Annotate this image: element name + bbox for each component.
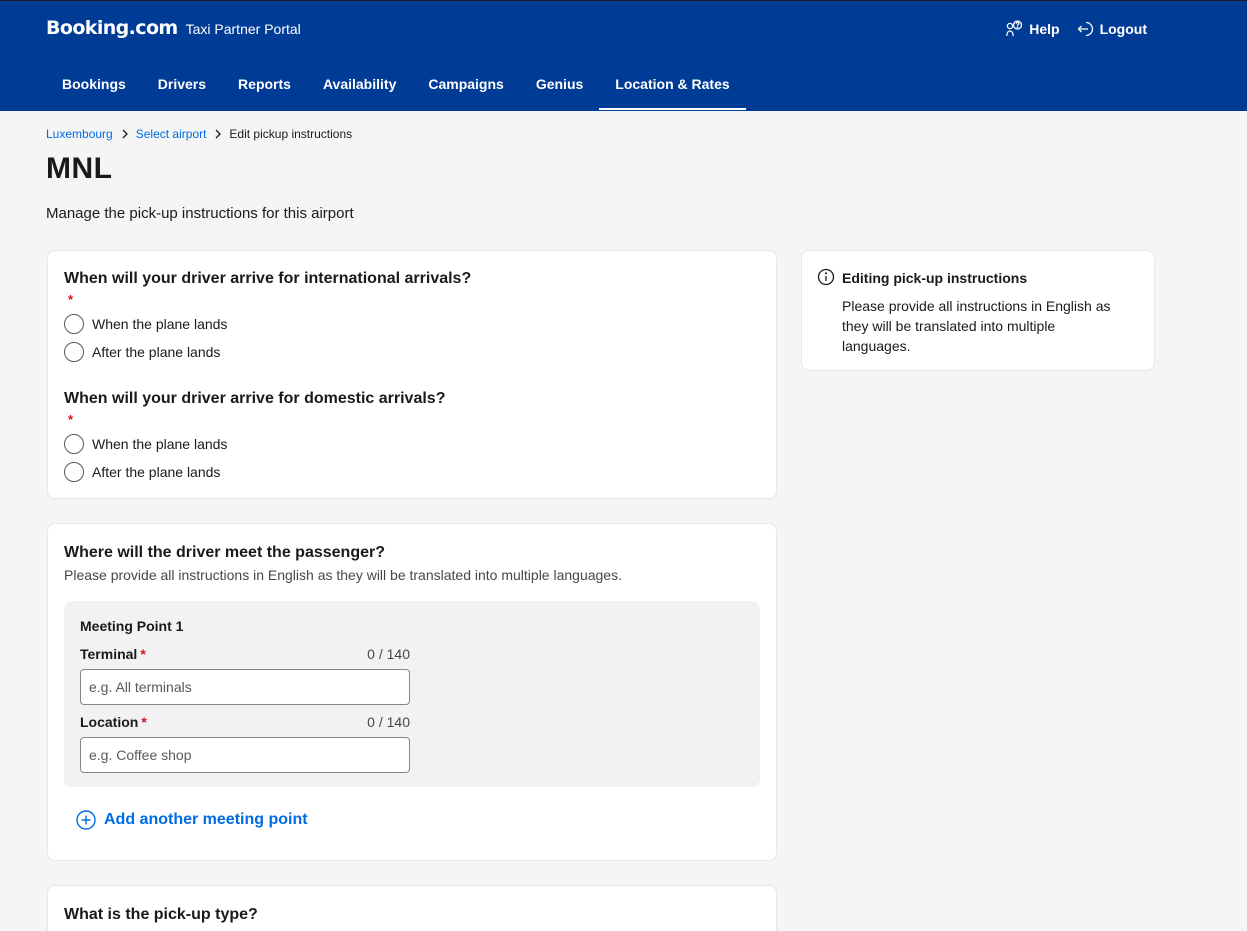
arrival-time-card: When will your driver arrive for interna… <box>47 250 777 499</box>
required-mark: * <box>68 292 74 307</box>
nav-bookings[interactable]: Bookings <box>46 61 142 112</box>
nav-genius[interactable]: Genius <box>520 61 599 112</box>
location-label-text: Location <box>80 714 139 730</box>
meeting-point-box: Meeting Point 1 Terminal* 0 / 140 Locati… <box>64 601 760 787</box>
dom-option-after-lands[interactable]: After the plane lands <box>64 462 220 482</box>
radio-label: After the plane lands <box>92 344 221 360</box>
top-header: Booking.com Taxi Partner Portal Help Log… <box>0 0 1247 111</box>
logout-icon <box>1077 21 1093 37</box>
required-mark: * <box>68 412 74 427</box>
breadcrumb-select-airport[interactable]: Select airport <box>136 127 207 141</box>
header-actions: Help Logout <box>1005 20 1147 38</box>
nav-drivers[interactable]: Drivers <box>142 61 222 112</box>
help-icon <box>1006 20 1023 37</box>
info-icon <box>817 268 835 286</box>
breadcrumb-current: Edit pickup instructions <box>229 127 353 141</box>
location-label: Location * <box>80 714 147 730</box>
main-nav: Bookings Drivers Reports Availability Ca… <box>46 61 747 112</box>
meeting-point-card: Where will the driver meet the passenger… <box>47 523 777 861</box>
radio-button[interactable] <box>64 314 84 334</box>
add-meeting-point-label: Add another meeting point <box>104 811 308 828</box>
intl-option-when-lands[interactable]: When the plane lands <box>64 314 227 334</box>
page-subtitle: Manage the pick-up instructions for this… <box>46 205 354 222</box>
international-question: When will your driver arrive for interna… <box>64 270 472 287</box>
pickup-type-question: What is the pick-up type? <box>64 906 258 923</box>
radio-label: When the plane lands <box>92 316 228 332</box>
chevron-right-icon <box>215 129 222 139</box>
radio-button[interactable] <box>64 462 84 482</box>
plus-circle-icon <box>76 810 96 830</box>
nav-availability[interactable]: Availability <box>307 61 412 112</box>
domestic-question: When will your driver arrive for domesti… <box>64 390 446 407</box>
booking-logo[interactable]: Booking.com <box>46 17 178 39</box>
help-button[interactable]: Help <box>1005 20 1060 38</box>
meeting-point-title: Meeting Point 1 <box>80 618 184 634</box>
portal-name: Taxi Partner Portal <box>185 21 301 37</box>
terminal-label: Terminal * <box>80 646 146 662</box>
terminal-input[interactable] <box>80 669 410 705</box>
radio-label: When the plane lands <box>92 436 228 452</box>
radio-button[interactable] <box>64 342 84 362</box>
nav-reports[interactable]: Reports <box>222 61 307 112</box>
brand[interactable]: Booking.com Taxi Partner Portal <box>46 17 301 39</box>
nav-location-rates[interactable]: Location & Rates <box>599 61 747 112</box>
terminal-label-text: Terminal <box>80 646 138 662</box>
page-title: MNL <box>46 152 113 185</box>
meeting-hint: Please provide all instructions in Engli… <box>64 567 622 583</box>
terminal-char-counter: 0 / 140 <box>367 646 410 662</box>
nav-campaigns[interactable]: Campaigns <box>412 61 519 112</box>
breadcrumb: Luxembourg Select airport Edit pickup in… <box>46 127 352 141</box>
info-body: Please provide all instructions in Engli… <box>842 298 1111 354</box>
help-label: Help <box>1029 21 1060 37</box>
radio-button[interactable] <box>64 434 84 454</box>
breadcrumb-luxembourg[interactable]: Luxembourg <box>46 127 113 141</box>
info-title: Editing pick-up instructions <box>842 270 1028 286</box>
pickup-type-card: What is the pick-up type? <box>47 885 777 931</box>
info-box: Editing pick-up instructions Please prov… <box>801 250 1155 371</box>
logout-label: Logout <box>1099 21 1147 37</box>
location-char-counter: 0 / 140 <box>367 714 410 730</box>
logout-button[interactable]: Logout <box>1076 20 1147 38</box>
required-mark: * <box>140 646 146 662</box>
chevron-right-icon <box>122 129 128 139</box>
intl-option-after-lands[interactable]: After the plane lands <box>64 342 220 362</box>
radio-label: After the plane lands <box>92 464 221 480</box>
add-meeting-point-button[interactable]: Add another meeting point <box>76 810 308 830</box>
required-mark: * <box>141 714 147 730</box>
dom-option-when-lands[interactable]: When the plane lands <box>64 434 227 454</box>
meeting-question: Where will the driver meet the passenger… <box>64 544 385 561</box>
location-input[interactable] <box>80 737 410 773</box>
